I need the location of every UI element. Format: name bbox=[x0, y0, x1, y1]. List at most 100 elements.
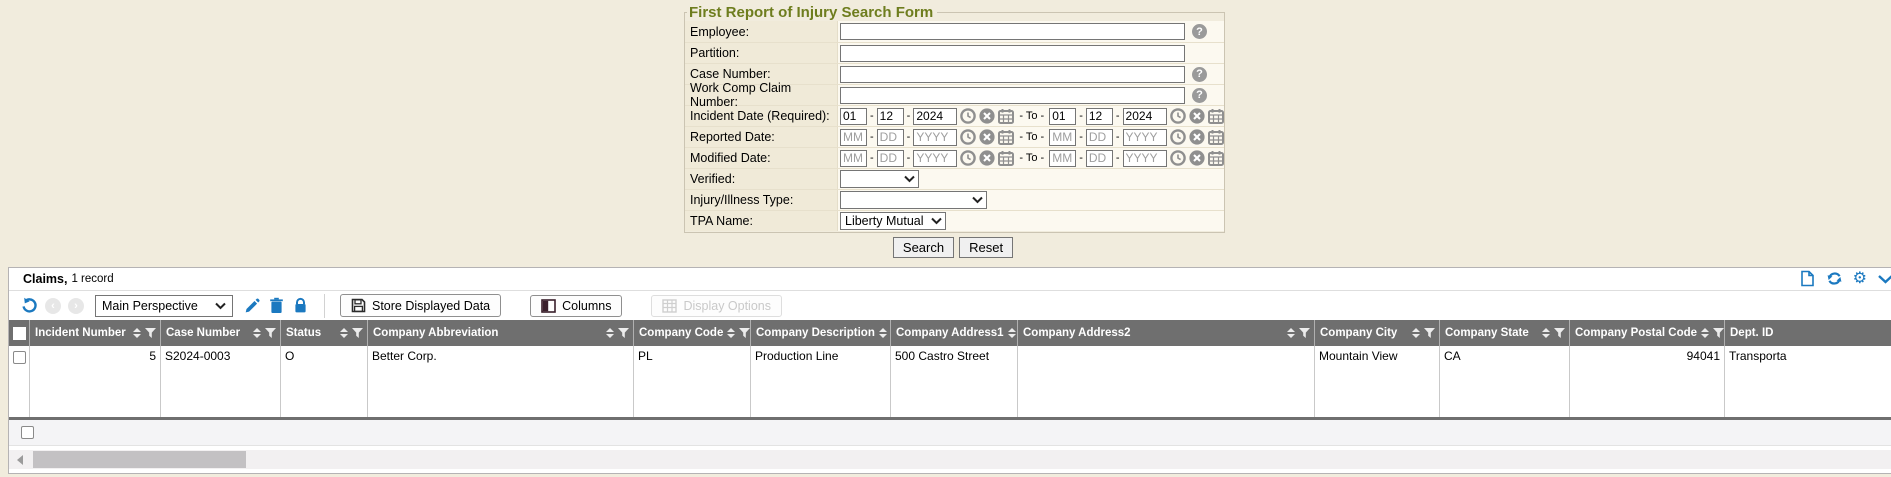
sort-icon[interactable] bbox=[253, 328, 261, 338]
columns-button[interactable]: Columns bbox=[530, 295, 622, 317]
calendar-icon[interactable] bbox=[1208, 150, 1224, 166]
clock-icon[interactable] bbox=[960, 108, 976, 124]
filter-icon[interactable] bbox=[1713, 328, 1724, 338]
sort-icon[interactable] bbox=[133, 328, 141, 338]
modified-from-year[interactable] bbox=[913, 150, 957, 167]
column-header-dept-id[interactable]: Dept. ID bbox=[1724, 320, 1891, 346]
help-icon[interactable]: ? bbox=[1192, 24, 1207, 39]
column-header-company-description[interactable]: Company Description bbox=[750, 320, 890, 346]
sort-icon[interactable] bbox=[727, 328, 735, 338]
sort-icon[interactable] bbox=[340, 328, 348, 338]
new-document-icon[interactable] bbox=[1799, 270, 1816, 287]
clear-date-icon[interactable] bbox=[979, 129, 995, 145]
reset-button[interactable]: Reset bbox=[959, 237, 1013, 258]
back-icon[interactable]: ‹ bbox=[45, 298, 61, 314]
column-header-incident-number[interactable]: Incident Number bbox=[29, 320, 160, 346]
filter-icon[interactable] bbox=[1299, 328, 1310, 338]
clock-icon[interactable] bbox=[1170, 108, 1186, 124]
reported-from-month[interactable] bbox=[840, 129, 867, 146]
clock-icon[interactable] bbox=[1170, 129, 1186, 145]
incident-from-month[interactable] bbox=[840, 108, 867, 125]
tpa-name-select[interactable]: Liberty Mutual bbox=[840, 212, 946, 230]
injury-type-select[interactable] bbox=[840, 191, 987, 209]
help-icon[interactable]: ? bbox=[1192, 88, 1207, 103]
filter-icon[interactable] bbox=[265, 328, 276, 338]
undo-icon[interactable] bbox=[21, 297, 38, 314]
filter-icon[interactable] bbox=[352, 328, 363, 338]
sort-icon[interactable] bbox=[1542, 328, 1550, 338]
delete-trash-icon[interactable] bbox=[268, 297, 285, 314]
row-checkbox[interactable] bbox=[13, 351, 26, 364]
perspective-select[interactable]: Main Perspective bbox=[95, 295, 233, 317]
filter-icon[interactable] bbox=[145, 328, 156, 338]
reported-to-month[interactable] bbox=[1049, 129, 1076, 146]
work-comp-field[interactable] bbox=[840, 87, 1185, 104]
column-header-company-state[interactable]: Company State bbox=[1439, 320, 1569, 346]
clock-icon[interactable] bbox=[960, 129, 976, 145]
clock-icon[interactable] bbox=[1170, 150, 1186, 166]
modified-to-month[interactable] bbox=[1049, 150, 1076, 167]
scroll-left-arrow-icon[interactable] bbox=[17, 455, 23, 465]
table-row[interactable]: 5 S2024-0003 O Better Corp. PL Productio… bbox=[9, 346, 1891, 420]
lock-icon[interactable] bbox=[292, 297, 309, 314]
refresh-icon[interactable] bbox=[1826, 270, 1843, 287]
reported-from-year[interactable] bbox=[913, 129, 957, 146]
calendar-icon[interactable] bbox=[998, 129, 1014, 145]
help-icon[interactable]: ? bbox=[1192, 67, 1207, 82]
clear-date-icon[interactable] bbox=[979, 150, 995, 166]
select-all-checkbox[interactable] bbox=[13, 327, 26, 340]
column-header-company-code[interactable]: Company Code bbox=[633, 320, 750, 346]
employee-field[interactable] bbox=[840, 23, 1185, 40]
settings-gear-icon[interactable]: ⚙ bbox=[1853, 270, 1867, 287]
collapse-chevron-icon[interactable] bbox=[1877, 270, 1891, 287]
column-header-status[interactable]: Status bbox=[280, 320, 367, 346]
reported-to-day[interactable] bbox=[1086, 129, 1113, 146]
clear-date-icon[interactable] bbox=[1189, 108, 1205, 124]
column-header-company-address2[interactable]: Company Address2 bbox=[1017, 320, 1314, 346]
horizontal-scrollbar[interactable] bbox=[9, 450, 1891, 469]
clear-date-icon[interactable] bbox=[1189, 150, 1205, 166]
modified-from-day[interactable] bbox=[877, 150, 904, 167]
clear-date-icon[interactable] bbox=[979, 108, 995, 124]
search-button[interactable]: Search bbox=[893, 237, 954, 258]
reported-to-year[interactable] bbox=[1123, 129, 1167, 146]
sort-icon[interactable] bbox=[1412, 328, 1420, 338]
sort-icon[interactable] bbox=[879, 328, 887, 338]
case-number-field[interactable] bbox=[840, 66, 1185, 83]
calendar-icon[interactable] bbox=[998, 150, 1014, 166]
reported-from-day[interactable] bbox=[877, 129, 904, 146]
column-header-company-city[interactable]: Company City bbox=[1314, 320, 1439, 346]
incident-to-month[interactable] bbox=[1049, 108, 1076, 125]
incident-to-day[interactable] bbox=[1086, 108, 1113, 125]
incident-from-day[interactable] bbox=[877, 108, 904, 125]
filter-icon[interactable] bbox=[739, 328, 750, 338]
store-displayed-data-button[interactable]: Store Displayed Data bbox=[340, 294, 501, 317]
modified-to-day[interactable] bbox=[1086, 150, 1113, 167]
column-header-case-number[interactable]: Case Number bbox=[160, 320, 280, 346]
footer-checkbox[interactable] bbox=[21, 426, 34, 439]
incident-to-year[interactable] bbox=[1123, 108, 1167, 125]
column-header-company-abbreviation[interactable]: Company Abbreviation bbox=[367, 320, 633, 346]
filter-icon[interactable] bbox=[1424, 328, 1435, 338]
sort-icon[interactable] bbox=[1701, 328, 1709, 338]
scrollbar-thumb[interactable] bbox=[33, 451, 246, 468]
edit-pencil-icon[interactable] bbox=[244, 297, 261, 314]
sort-icon[interactable] bbox=[1287, 328, 1295, 338]
column-header-company-postal-code[interactable]: Company Postal Code bbox=[1569, 320, 1724, 346]
filter-icon[interactable] bbox=[618, 328, 629, 338]
incident-from-year[interactable] bbox=[913, 108, 957, 125]
sort-icon[interactable] bbox=[1008, 328, 1016, 338]
sort-icon[interactable] bbox=[606, 328, 614, 338]
clock-icon[interactable] bbox=[960, 150, 976, 166]
modified-from-month[interactable] bbox=[840, 150, 867, 167]
calendar-icon[interactable] bbox=[998, 108, 1014, 124]
forward-icon[interactable]: › bbox=[68, 298, 84, 314]
clear-date-icon[interactable] bbox=[1189, 129, 1205, 145]
modified-to-year[interactable] bbox=[1123, 150, 1167, 167]
calendar-icon[interactable] bbox=[1208, 129, 1224, 145]
column-header-company-address1[interactable]: Company Address1 bbox=[890, 320, 1017, 346]
verified-select[interactable] bbox=[840, 170, 919, 188]
partition-field[interactable] bbox=[840, 45, 1185, 62]
filter-icon[interactable] bbox=[1554, 328, 1565, 338]
calendar-icon[interactable] bbox=[1208, 108, 1224, 124]
